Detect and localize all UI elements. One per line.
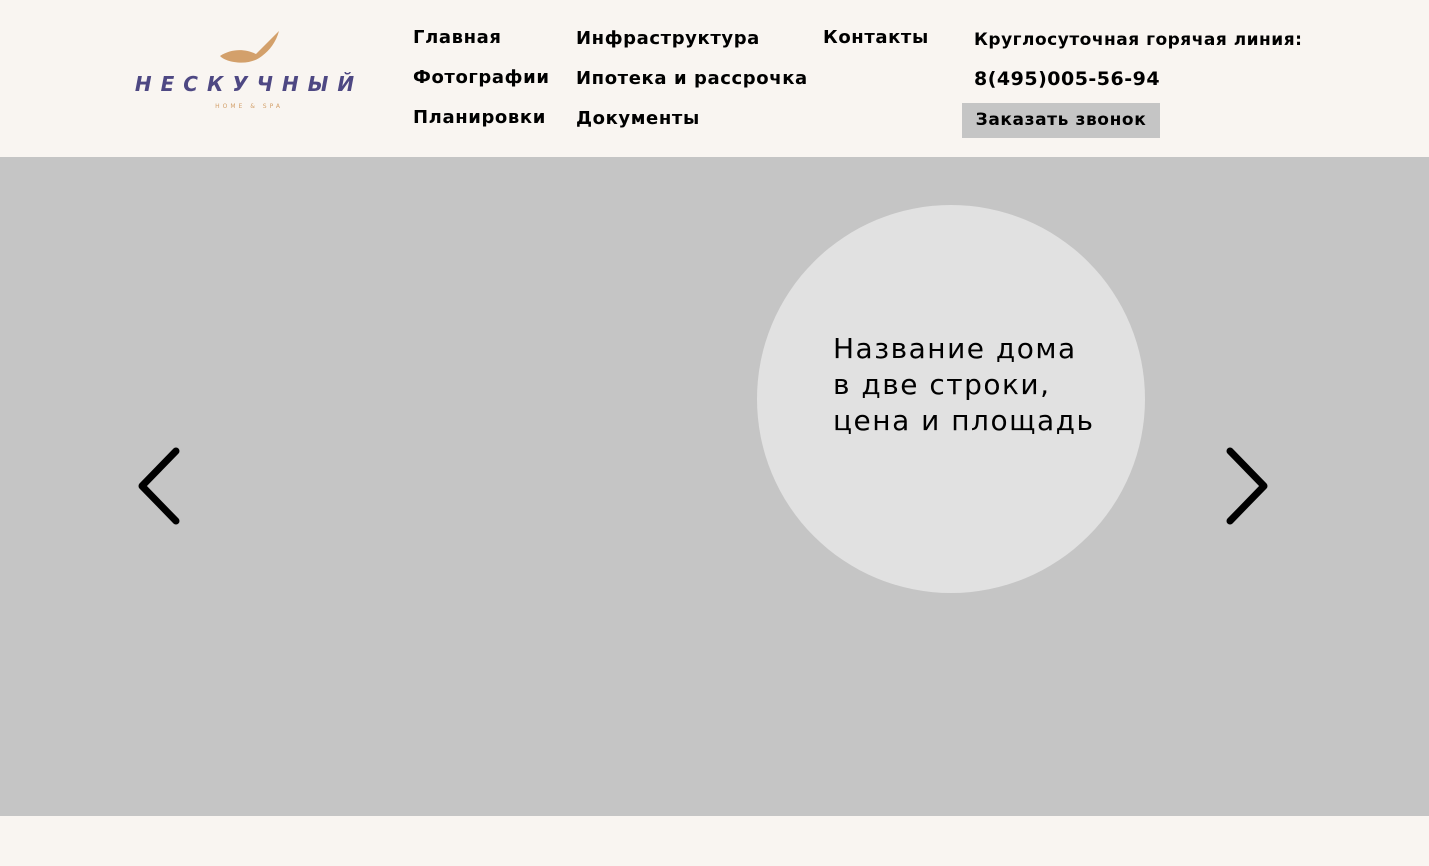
hotline-label: Круглосуточная горячая линия: [974,30,1303,50]
logo-wordmark: НЕСКУЧНЫЙ [134,72,364,96]
page-bottom-strip [0,816,1429,866]
nav-link-layouts[interactable]: Планировки [413,107,546,129]
nav-link-mortgage[interactable]: Ипотека и рассрочка [576,68,808,90]
nav-link-contacts[interactable]: Контакты [823,27,929,49]
hero-slider: Название дома в две строки, цена и площа… [0,157,1429,816]
hotline-phone[interactable]: 8(495)005-56-94 [974,68,1160,90]
chevron-left-icon [138,447,180,525]
eagle-icon [220,31,279,63]
house-title: Название дома в две строки, цена и площа… [833,332,1095,437]
site-header: НЕСКУЧНЫЙ HOME & SPA Главная Фотографии … [0,0,1429,157]
slider-next-button[interactable] [1222,447,1272,525]
slider-prev-button[interactable] [134,447,184,525]
nav-link-photos[interactable]: Фотографии [413,67,550,89]
site-logo[interactable]: НЕСКУЧНЫЙ HOME & SPA [128,28,370,118]
nav-link-main[interactable]: Главная [413,27,502,49]
chevron-right-icon [1226,447,1268,525]
order-call-button[interactable]: Заказать звонок [962,103,1160,138]
house-info-circle: Название дома в две строки, цена и площа… [757,205,1145,593]
nav-link-infrastructure[interactable]: Инфраструктура [576,28,760,50]
nav-link-documents[interactable]: Документы [576,108,700,130]
logo-tagline: HOME & SPA [215,103,283,110]
